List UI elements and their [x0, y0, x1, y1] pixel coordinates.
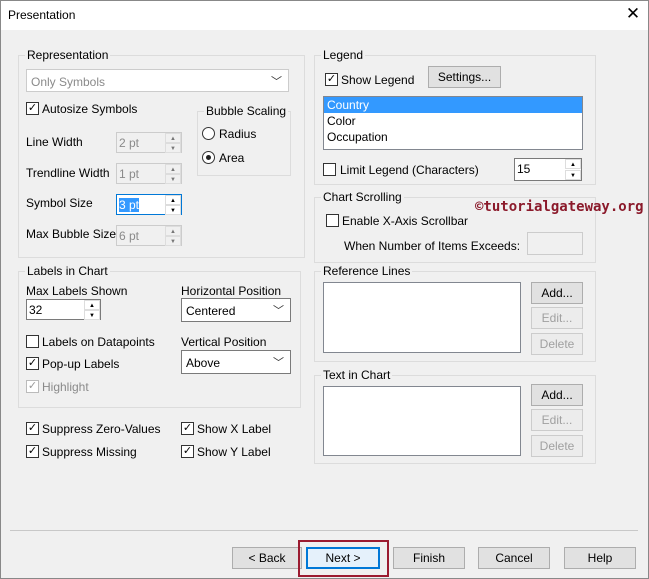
- radius-label: Radius: [219, 127, 257, 141]
- chevron-down-icon: ﹀: [273, 357, 284, 369]
- trendline-width-spinner[interactable]: 1 pt ▲ ▼: [116, 163, 182, 184]
- down-arrow-icon[interactable]: ▼: [165, 143, 181, 153]
- cancel-button[interactable]: Cancel: [478, 547, 550, 569]
- line-width-spinner[interactable]: 2 pt ▲ ▼: [116, 132, 182, 153]
- max-bubble-label: Max Bubble Size: [26, 227, 117, 241]
- reference-lines-title: Reference Lines: [321, 264, 413, 278]
- combo-value: Only Symbols: [31, 75, 106, 89]
- show-legend-checkbox[interactable]: ✓: [325, 73, 338, 86]
- reference-add-button[interactable]: Add...: [531, 282, 583, 304]
- enable-scrollbar-checkbox[interactable]: [326, 214, 339, 227]
- highlight-checkbox[interactable]: ✓: [26, 380, 39, 393]
- legend-listbox[interactable]: Country Color Occupation: [323, 96, 583, 150]
- list-item[interactable]: Occupation: [324, 129, 582, 145]
- representation-title: Representation: [25, 48, 111, 62]
- symbol-size-spinner[interactable]: 3 pt ▲ ▼: [116, 194, 182, 215]
- show-y-label-text: Show Y Label: [197, 445, 271, 459]
- text-in-chart-title: Text in Chart: [321, 368, 393, 382]
- list-item[interactable]: Country: [324, 97, 582, 113]
- symbol-size-label: Symbol Size: [26, 196, 93, 210]
- spinner-value: 32: [29, 303, 43, 317]
- window-title: Presentation: [8, 8, 76, 22]
- vertical-position-combo[interactable]: Above ﹀: [181, 350, 291, 374]
- labels-title: Labels in Chart: [25, 264, 110, 278]
- area-radio[interactable]: [202, 151, 215, 164]
- up-arrow-icon[interactable]: ▲: [165, 164, 181, 174]
- reference-delete-button[interactable]: Delete: [531, 333, 583, 355]
- up-arrow-icon[interactable]: ▲: [84, 300, 100, 310]
- vertical-position-label: Vertical Position: [181, 335, 267, 349]
- show-x-label-checkbox[interactable]: ✓: [181, 422, 194, 435]
- limit-legend-label: Limit Legend (Characters): [340, 163, 479, 177]
- limit-legend-checkbox[interactable]: [323, 163, 336, 176]
- close-icon[interactable]: ✕: [624, 4, 642, 24]
- max-bubble-spinner[interactable]: 6 pt ▲ ▼: [116, 225, 182, 246]
- items-exceeds-input[interactable]: [527, 232, 583, 255]
- help-button[interactable]: Help: [564, 547, 636, 569]
- horizontal-position-label: Horizontal Position: [181, 284, 282, 298]
- trendline-width-label: Trendline Width: [26, 166, 110, 180]
- combo-value: Centered: [186, 304, 236, 318]
- back-button[interactable]: < Back: [232, 547, 302, 569]
- text-delete-button[interactable]: Delete: [531, 435, 583, 457]
- area-label: Area: [219, 151, 245, 165]
- list-item[interactable]: Color: [324, 113, 582, 129]
- line-width-label: Line Width: [26, 135, 83, 149]
- max-labels-label: Max Labels Shown: [26, 284, 128, 298]
- up-arrow-icon[interactable]: ▲: [165, 195, 181, 205]
- suppress-missing-checkbox[interactable]: ✓: [26, 445, 39, 458]
- labels-on-datapoints-label: Labels on Datapoints: [42, 335, 155, 349]
- max-labels-spinner[interactable]: 32 ▲ ▼: [26, 299, 101, 320]
- down-arrow-icon[interactable]: ▼: [165, 236, 181, 246]
- spinner-value: 6 pt: [119, 229, 140, 243]
- autosize-checkbox[interactable]: ✓: [26, 102, 39, 115]
- items-exceeds-label: When Number of Items Exceeds:: [344, 239, 521, 253]
- legend-title: Legend: [321, 48, 366, 62]
- legend-settings-button[interactable]: Settings...: [428, 66, 501, 88]
- down-arrow-icon[interactable]: ▼: [84, 310, 100, 320]
- up-arrow-icon[interactable]: ▲: [565, 159, 581, 169]
- up-arrow-icon[interactable]: ▲: [165, 133, 181, 143]
- spinner-value: 2 pt: [119, 136, 140, 150]
- highlight-label: Highlight: [42, 380, 89, 394]
- chevron-down-icon: ﹀: [273, 305, 284, 317]
- reference-lines-list[interactable]: [323, 282, 521, 353]
- down-arrow-icon[interactable]: ▼: [565, 170, 581, 180]
- enable-scrollbar-label: Enable X-Axis Scrollbar: [342, 214, 469, 228]
- next-button[interactable]: Next >: [306, 547, 380, 569]
- combo-value: Above: [186, 356, 221, 370]
- footer-divider: [10, 530, 638, 531]
- text-edit-button[interactable]: Edit...: [531, 409, 583, 431]
- popup-labels-checkbox[interactable]: ✓: [26, 357, 39, 370]
- show-legend-label: Show Legend: [341, 73, 415, 87]
- limit-legend-spinner[interactable]: 15 ▲ ▼: [514, 158, 582, 181]
- suppress-zero-label: Suppress Zero-Values: [42, 422, 161, 436]
- up-arrow-icon[interactable]: ▲: [165, 226, 181, 236]
- watermark: ©tutorialgateway.org: [475, 199, 644, 215]
- spinner-value: 3 pt: [119, 198, 140, 212]
- suppress-zero-checkbox[interactable]: ✓: [26, 422, 39, 435]
- show-x-label-text: Show X Label: [197, 422, 272, 436]
- down-arrow-icon[interactable]: ▼: [165, 205, 181, 215]
- text-in-chart-list[interactable]: [323, 386, 521, 456]
- labels-on-datapoints-checkbox[interactable]: [26, 335, 39, 348]
- horizontal-position-combo[interactable]: Centered ﹀: [181, 298, 291, 322]
- show-y-label-checkbox[interactable]: ✓: [181, 445, 194, 458]
- bubble-scaling-title: Bubble Scaling: [204, 104, 289, 118]
- title-bar: [0, 0, 649, 30]
- popup-labels-label: Pop-up Labels: [42, 357, 120, 371]
- representation-combo[interactable]: Only Symbols ﹀: [26, 69, 289, 92]
- reference-edit-button[interactable]: Edit...: [531, 307, 583, 329]
- chart-scrolling-title: Chart Scrolling: [321, 190, 404, 204]
- radius-radio[interactable]: [202, 127, 215, 140]
- spinner-value: 1 pt: [119, 167, 140, 181]
- text-add-button[interactable]: Add...: [531, 384, 583, 406]
- suppress-missing-label: Suppress Missing: [42, 445, 137, 459]
- spinner-value: 15: [517, 162, 531, 176]
- down-arrow-icon[interactable]: ▼: [165, 174, 181, 184]
- autosize-label: Autosize Symbols: [42, 102, 138, 116]
- chevron-down-icon: ﹀: [271, 76, 282, 88]
- finish-button[interactable]: Finish: [393, 547, 465, 569]
- bubble-scaling-group: Bubble Scaling: [197, 104, 291, 176]
